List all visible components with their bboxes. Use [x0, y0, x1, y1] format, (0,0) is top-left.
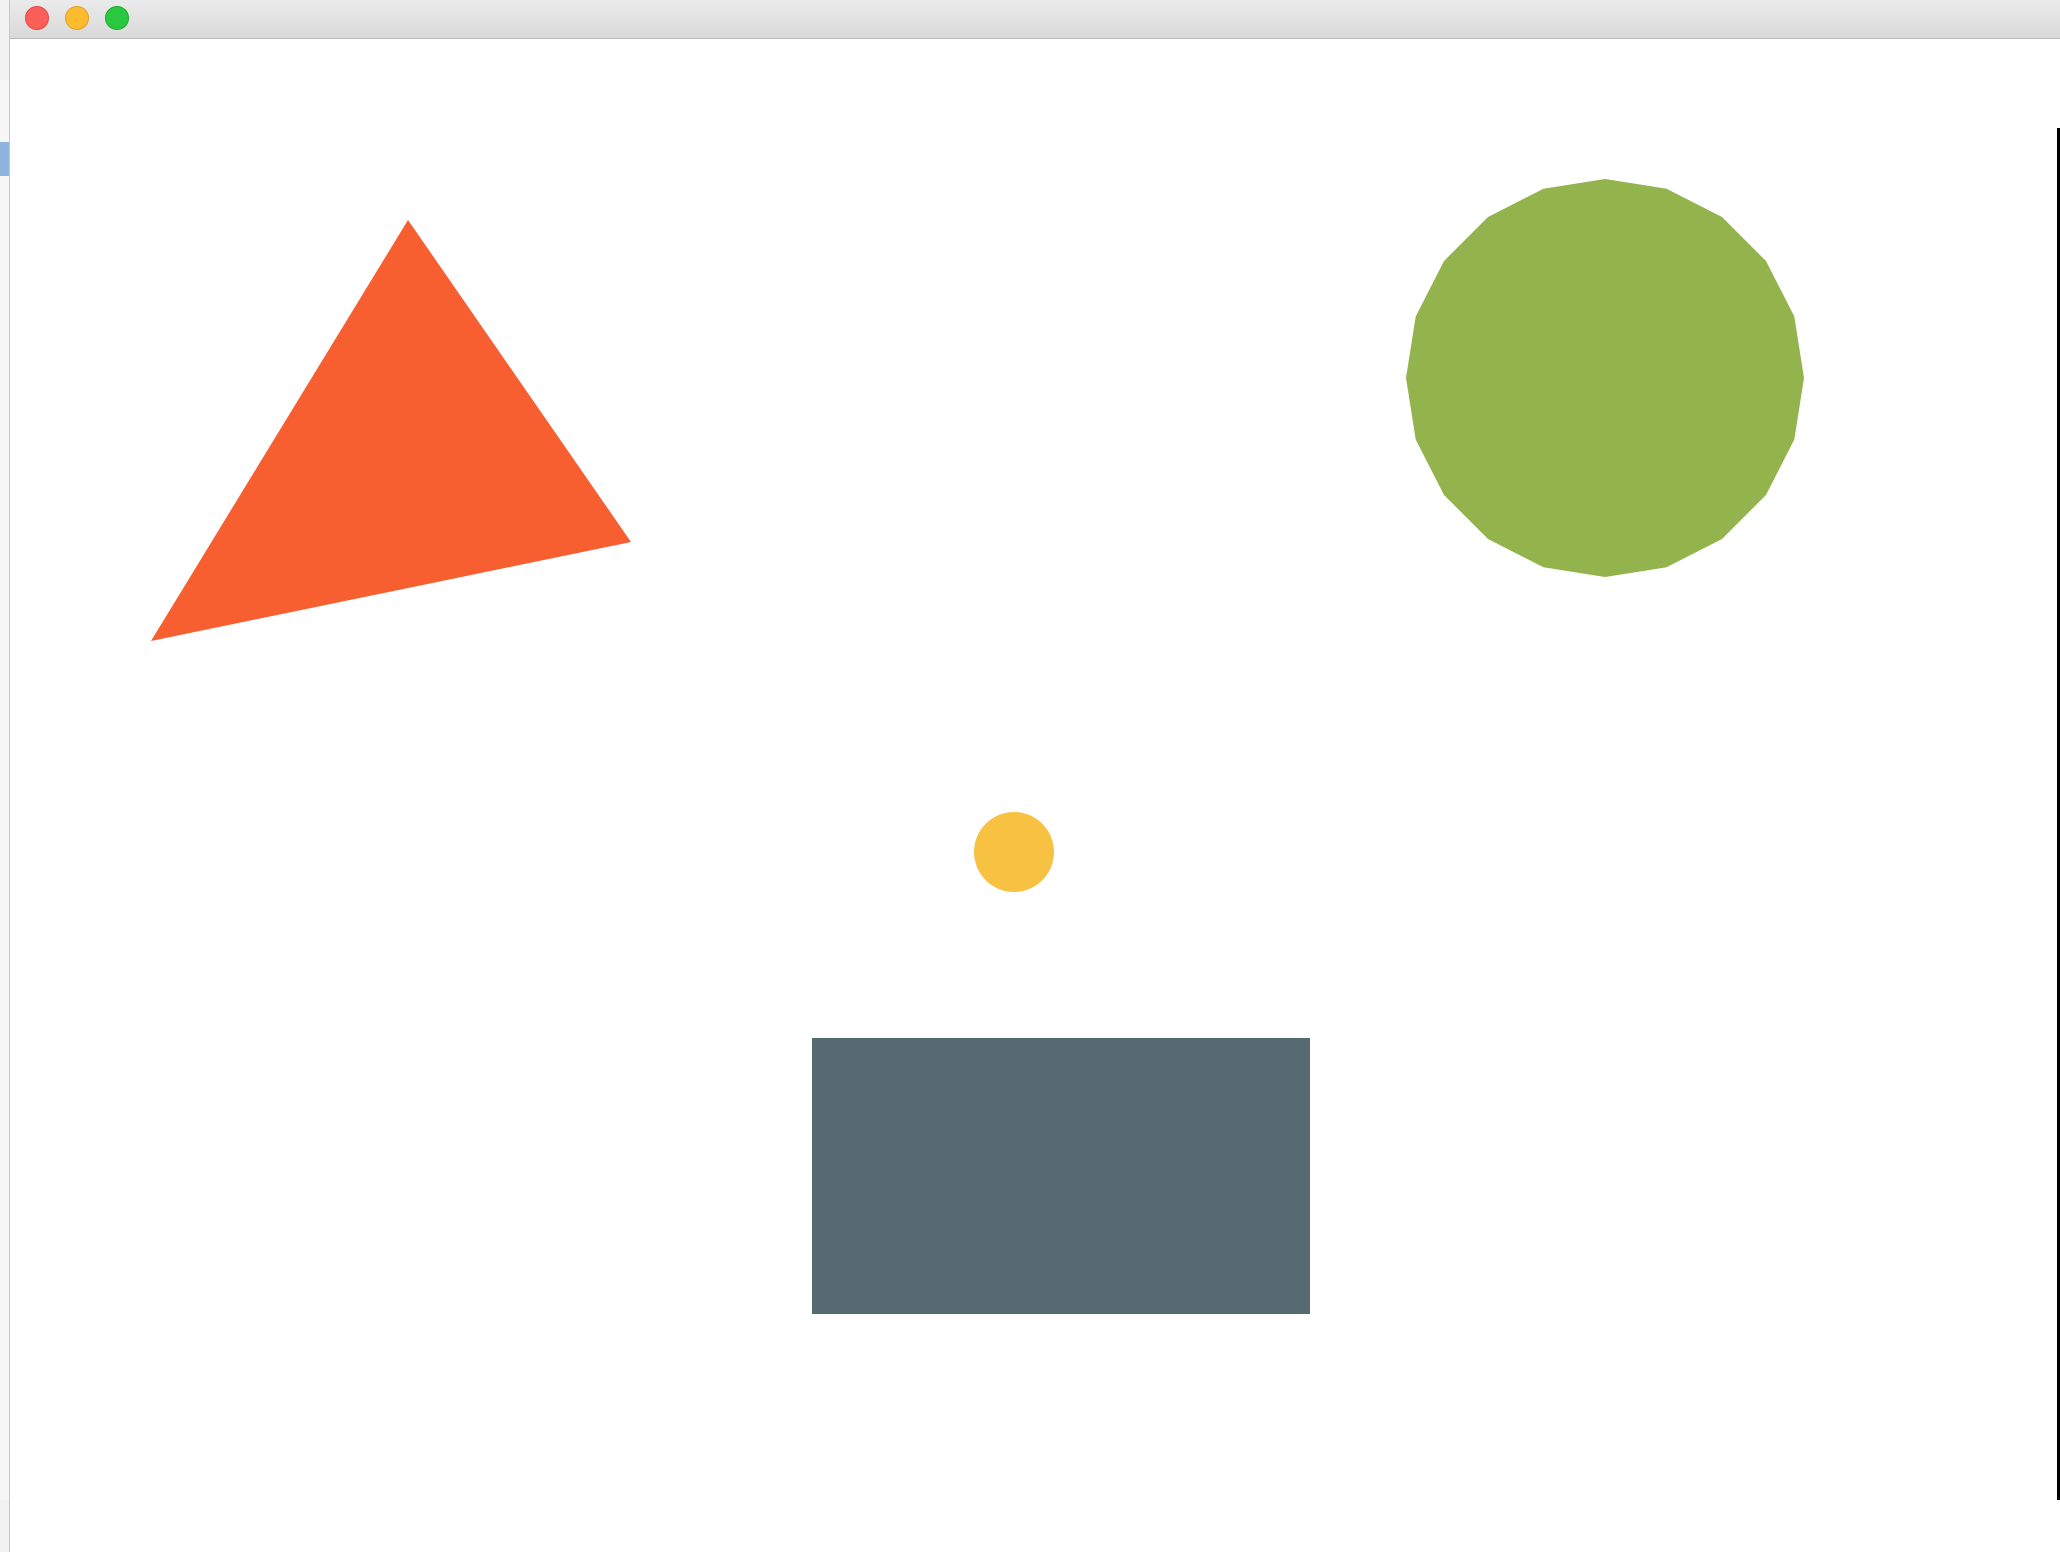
rectangle-shape — [812, 1038, 1310, 1314]
triangle-shape — [151, 220, 631, 641]
window-title — [10, 0, 2060, 38]
large-circle-shape — [1406, 179, 1804, 577]
title-bar[interactable] — [10, 0, 2060, 39]
app-window — [10, 0, 2060, 1552]
drawing-canvas[interactable] — [10, 39, 2060, 1552]
small-circle-shape — [974, 812, 1054, 892]
shapes-svg — [151, 179, 1804, 1314]
